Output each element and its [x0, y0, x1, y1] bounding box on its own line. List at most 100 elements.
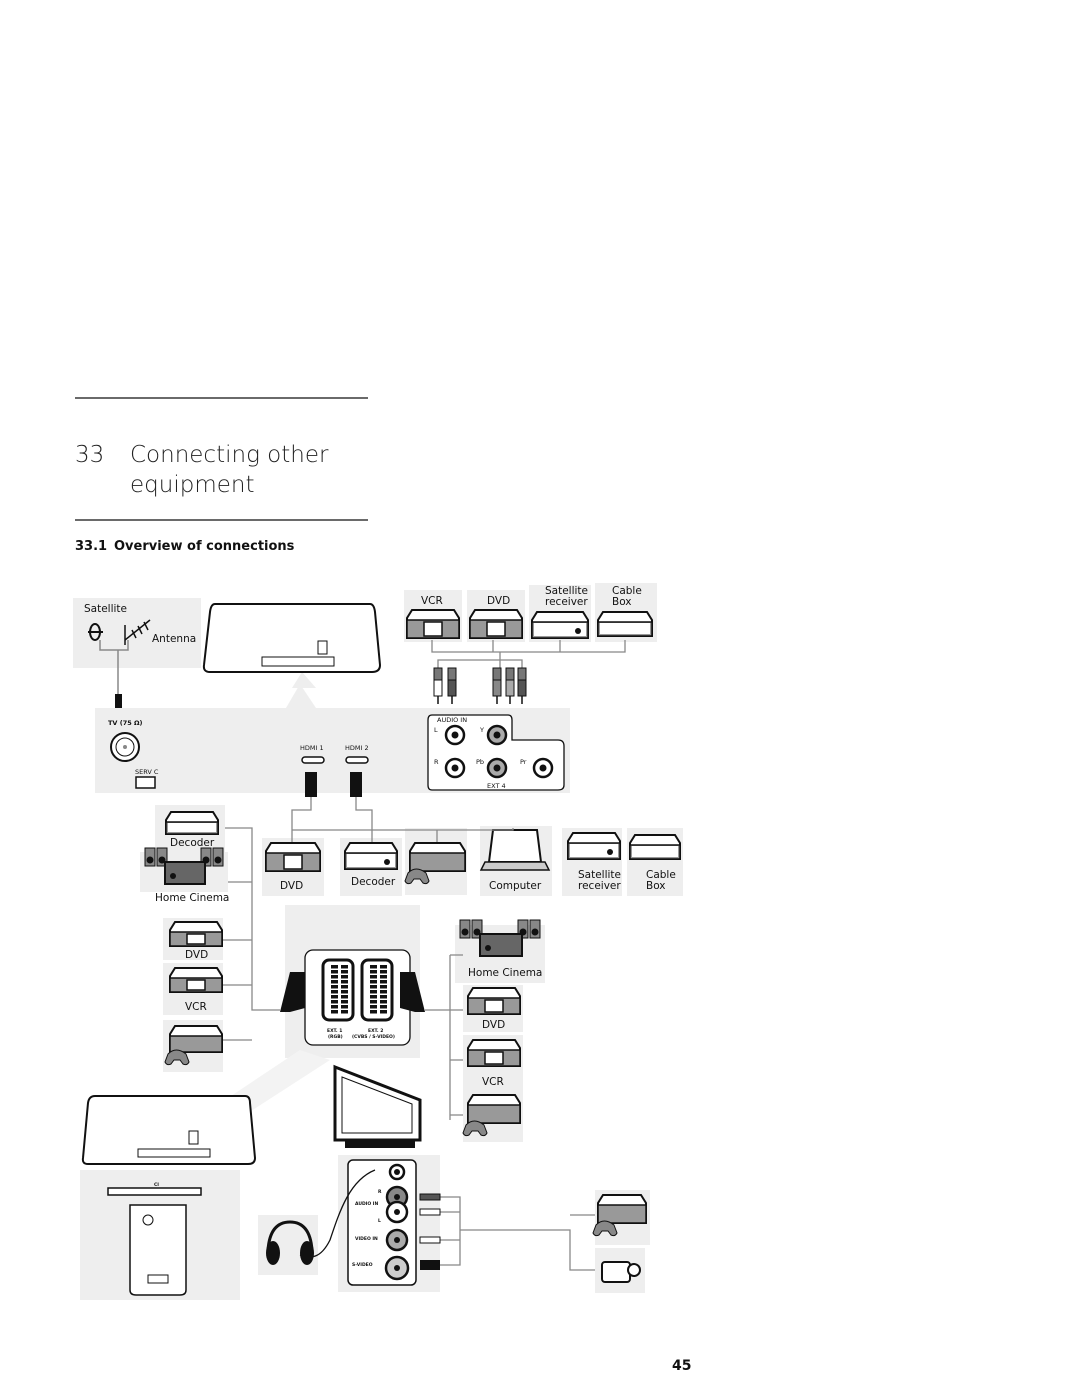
hdmi2-port	[345, 756, 369, 764]
scart-pin	[331, 965, 338, 969]
scart-pin	[380, 990, 387, 994]
scart-pin	[341, 1000, 348, 1004]
scart-pin	[341, 975, 348, 979]
scart-pin	[341, 995, 348, 999]
ext2-label: EXT. 2	[368, 1028, 383, 1034]
scart-pin	[370, 990, 377, 994]
ext4-jack	[486, 724, 508, 746]
side-audio-in-label: AUDIO IN	[355, 1201, 378, 1207]
scart-pin	[370, 975, 377, 979]
hdmi-receiver-label: receiver	[578, 880, 621, 892]
scart-pin	[380, 1010, 387, 1014]
scart-pin	[331, 980, 338, 984]
rca-plug	[517, 667, 527, 704]
side-video-in-label: VIDEO IN	[355, 1236, 378, 1242]
tv-antenna-port-label: TV (75 Ω)	[108, 719, 143, 727]
scart-pin	[331, 985, 338, 989]
right-vcr-label: VCR	[482, 1076, 504, 1088]
ext4-jack	[444, 757, 466, 779]
satellite-label: Satellite	[84, 603, 127, 615]
rca-plug	[492, 667, 502, 704]
scart-pin	[341, 965, 348, 969]
ext4-l-label: L	[434, 726, 438, 734]
right-scart-plug	[400, 972, 425, 1012]
ext4-pr-label: Pr	[520, 758, 527, 766]
serv-c-port	[135, 776, 156, 789]
side-svideo-label: S-VIDEO	[352, 1262, 373, 1268]
scart-pin	[380, 1000, 387, 1004]
chapter-title-line2: equipment	[130, 472, 254, 498]
flat-tv-icon	[333, 1064, 422, 1148]
ext2-sub-label: (CVBS / S-VIDEO)	[352, 1034, 395, 1040]
scart-pin	[331, 975, 338, 979]
hdmi-cables	[291, 797, 514, 842]
side-r-label: R	[378, 1189, 382, 1195]
serv-c-label: SERV C	[135, 768, 159, 776]
right-game-console-icon	[462, 1090, 523, 1142]
scart-pin	[380, 970, 387, 974]
tv-rear-view-icon	[202, 603, 382, 673]
hdmi2-plug	[350, 772, 362, 797]
ext4-pb-label: Pb	[476, 758, 484, 766]
scart-pin	[380, 995, 387, 999]
scart-pin	[370, 965, 377, 969]
scart-pin	[380, 985, 387, 989]
audio-in-label: AUDIO IN	[437, 716, 467, 724]
ci-label: CI	[154, 1182, 159, 1188]
scart-pin	[341, 980, 348, 984]
side-jack	[388, 1163, 406, 1181]
connection-diagram: Satellite Antenna TV (75 Ω) SERV C HDMI …	[73, 583, 683, 1300]
ext4-jack	[486, 757, 508, 779]
rca-plug	[505, 667, 515, 704]
left-vcr-label: VCR	[185, 1001, 207, 1013]
scart-pin	[370, 1005, 377, 1009]
scart-pin	[331, 990, 338, 994]
side-cables	[440, 1196, 595, 1271]
scart-pin	[331, 970, 338, 974]
scart-pin	[341, 1005, 348, 1009]
zoom-wedge	[292, 672, 316, 688]
top-receiver-label: receiver	[545, 596, 588, 608]
top-device-cables	[431, 640, 626, 668]
side-jack	[384, 1255, 410, 1281]
scart-pin	[380, 980, 387, 984]
hdmi1-plug	[305, 772, 317, 797]
scart-pin	[341, 985, 348, 989]
scart-pin	[331, 1005, 338, 1009]
hdmi-dvd-label: DVD	[280, 880, 303, 892]
side-l-label: L	[378, 1218, 381, 1224]
antenna-label: Antenna	[152, 633, 196, 645]
scart-pin	[331, 995, 338, 999]
scart-pin	[331, 1000, 338, 1004]
page-number: 45	[672, 1358, 691, 1374]
left-game-console-icon	[163, 1020, 223, 1072]
side-jack	[385, 1200, 409, 1224]
scart-pin	[380, 1005, 387, 1009]
side-game-console-icon	[592, 1190, 650, 1245]
left-home-cinema-label: Home Cinema	[155, 892, 229, 904]
right-dvd-label: DVD	[482, 1019, 505, 1031]
ext4-jack	[444, 724, 466, 746]
camcorder-icon	[595, 1248, 645, 1293]
hdmi-computer-label: Computer	[489, 880, 542, 892]
left-dvd-label: DVD	[185, 949, 208, 961]
chapter-number: 33	[75, 442, 104, 468]
scart-pin	[380, 975, 387, 979]
top-vcr-label: VCR	[421, 595, 443, 607]
rca-plug	[447, 667, 457, 704]
top-box-label: Box	[612, 596, 632, 608]
hdmi1-label: HDMI 1	[300, 744, 324, 752]
ext4-label: EXT 4	[487, 782, 506, 790]
hdmi1-port	[301, 756, 325, 764]
scart-pin	[370, 1010, 377, 1014]
ext1-label: EXT. 1	[327, 1028, 342, 1034]
top-dvd-label: DVD	[487, 595, 510, 607]
scart-pin	[341, 1010, 348, 1014]
scart-pin	[370, 985, 377, 989]
right-home-cinema-label: Home Cinema	[468, 967, 542, 979]
ext4-y-label: Y	[479, 726, 484, 734]
scart-pin	[370, 995, 377, 999]
section-number: 33.1	[75, 539, 107, 554]
hdmi-game-console-icon	[404, 828, 467, 895]
page: 33 Connecting other equipment 33.1 Overv…	[73, 397, 691, 1374]
